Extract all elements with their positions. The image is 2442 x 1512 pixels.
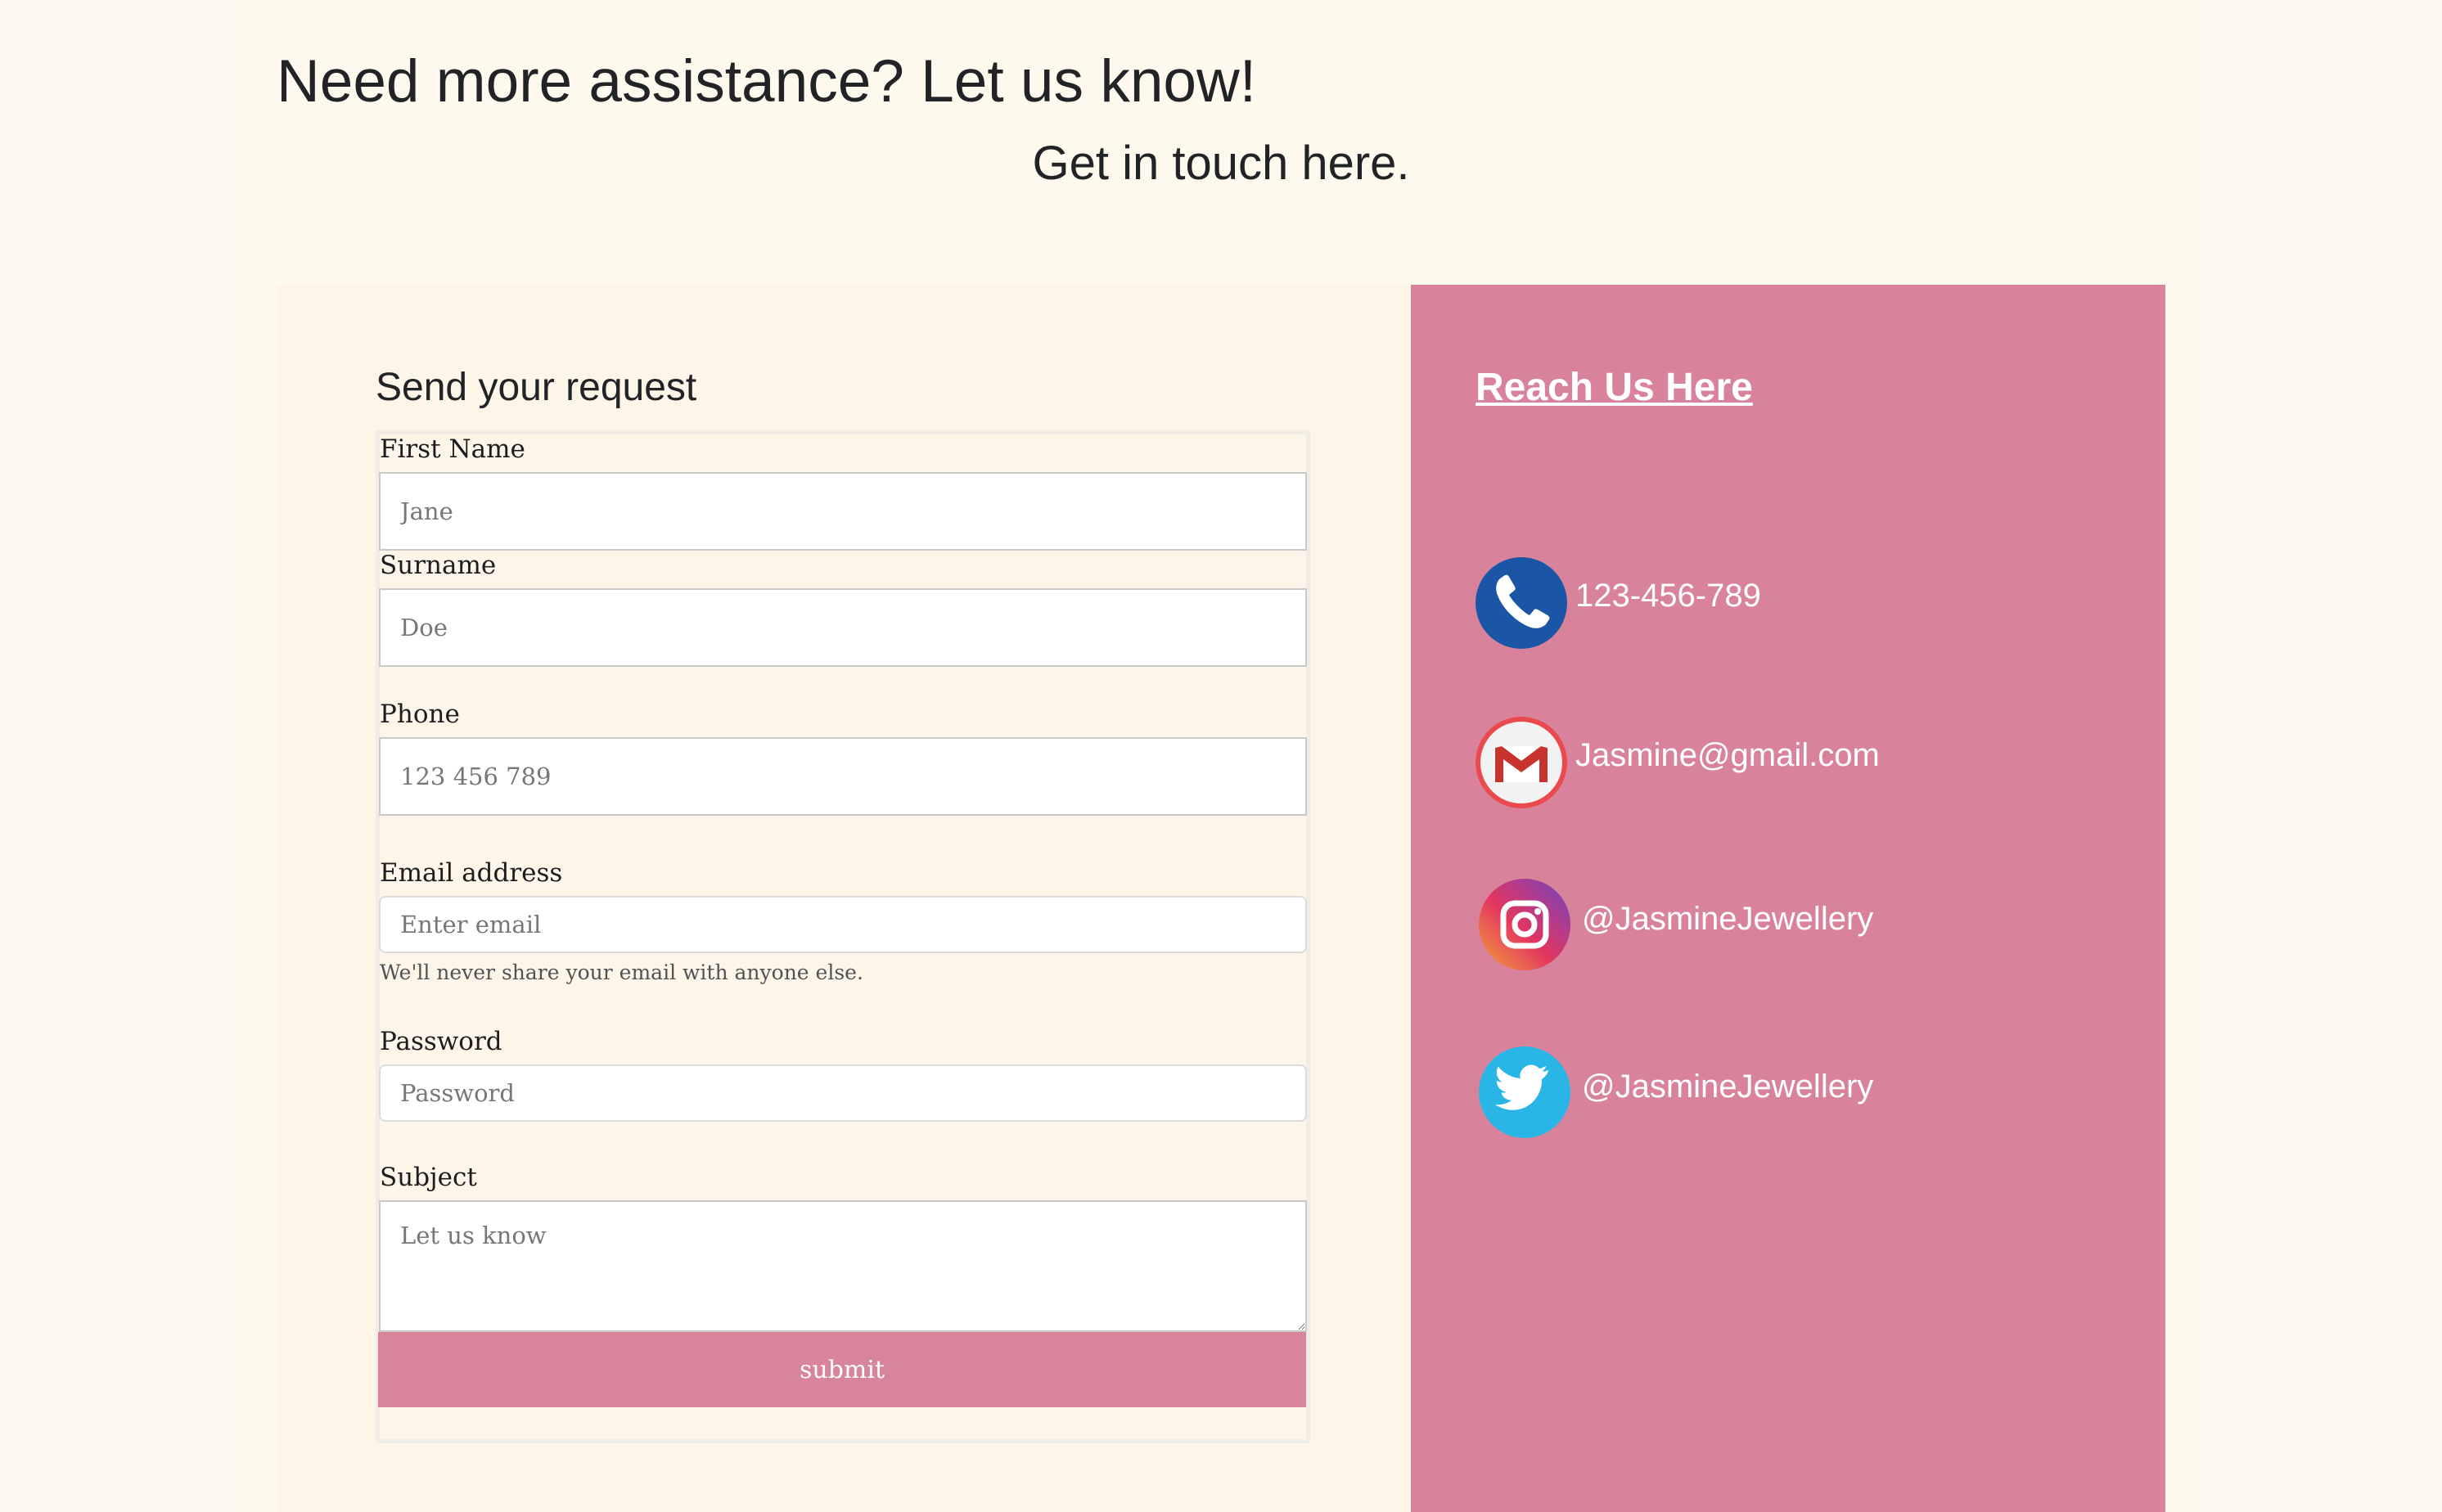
instagram-icon[interactable] — [1479, 879, 1570, 970]
password-label: Password — [380, 1027, 502, 1056]
twitter-handle[interactable]: @JasmineJewellery — [1582, 1069, 1873, 1105]
phone-number[interactable]: 123-456-789 — [1575, 578, 1761, 614]
email-label: Email address — [380, 858, 563, 888]
phone-label: Phone — [380, 700, 460, 729]
first-name-input[interactable] — [379, 472, 1307, 551]
form-title: Send your request — [376, 366, 697, 409]
surname-label: Surname — [380, 551, 497, 580]
subject-label: Subject — [380, 1163, 477, 1192]
surname-input[interactable] — [379, 588, 1307, 667]
email-address[interactable]: Jasmine@gmail.com — [1575, 737, 1880, 774]
email-input[interactable] — [379, 896, 1307, 953]
password-input[interactable] — [379, 1064, 1307, 1122]
twitter-icon[interactable] — [1479, 1046, 1570, 1138]
first-name-label: First Name — [380, 434, 525, 464]
page-title: Need more assistance? Let us know! — [277, 48, 1257, 115]
submit-button[interactable]: submit — [378, 1332, 1306, 1407]
page-subtitle: Get in touch here. — [1032, 137, 1410, 190]
instagram-handle[interactable]: @JasmineJewellery — [1582, 901, 1873, 938]
phone-input[interactable] — [379, 737, 1307, 816]
gmail-icon[interactable] — [1476, 717, 1567, 808]
email-hint: We'll never share your email with anyone… — [380, 961, 863, 984]
contact-title[interactable]: Reach Us Here — [1476, 365, 1753, 410]
subject-textarea[interactable] — [379, 1200, 1307, 1332]
phone-icon[interactable] — [1476, 557, 1567, 649]
